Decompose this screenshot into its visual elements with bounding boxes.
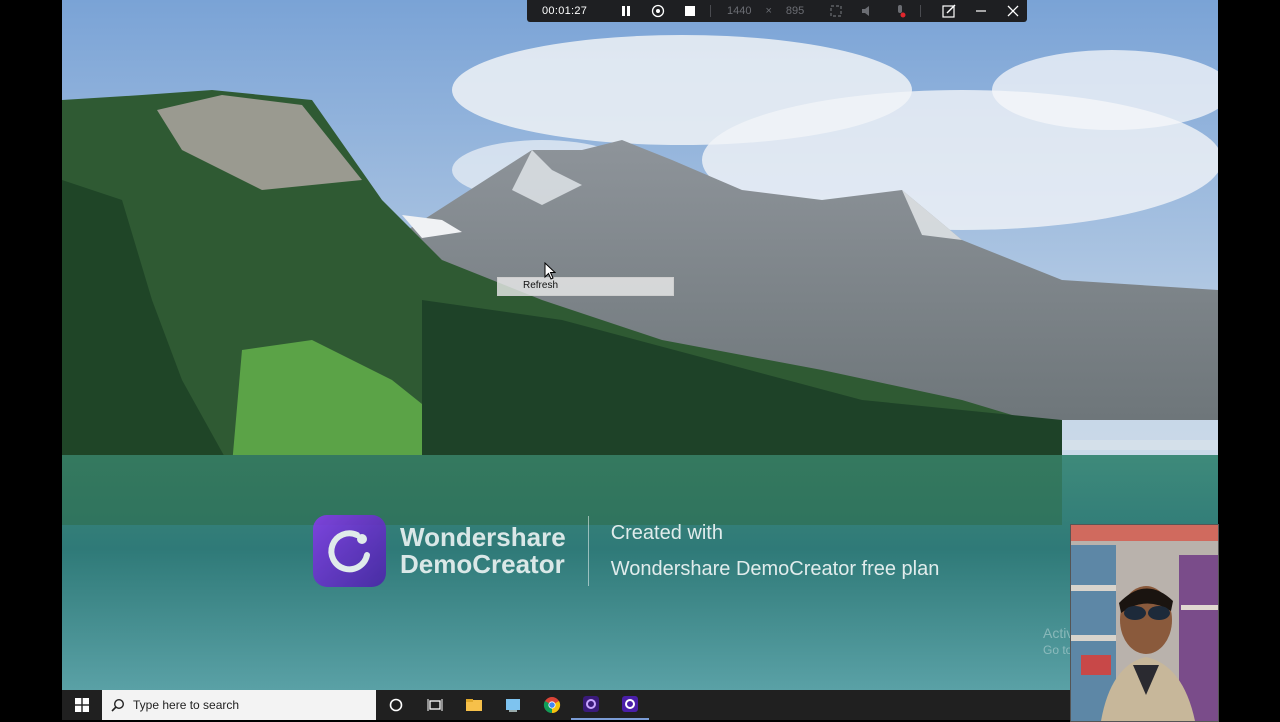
- watermark-text-line2: Wondershare DemoCreator free plan: [610, 558, 940, 580]
- watermark-divider: [587, 516, 589, 586]
- right-letterbox: [1218, 0, 1280, 720]
- watermark-text: Created with Wondershare DemoCreator fre…: [611, 515, 940, 587]
- restart-icon[interactable]: [646, 0, 670, 22]
- left-letterbox: [0, 0, 62, 720]
- minimize-icon[interactable]: [969, 0, 993, 22]
- webcam-overlay: [1070, 524, 1219, 722]
- cortana-icon[interactable]: [376, 690, 415, 720]
- stop-icon[interactable]: [678, 0, 702, 22]
- context-menu-refresh[interactable]: Refresh: [523, 280, 558, 291]
- taskbar-search-box[interactable]: Type here to search: [102, 690, 376, 720]
- watermark-brand-line1: Wondershare: [400, 522, 566, 552]
- toolbar-divider: [920, 5, 922, 17]
- watermark-brand-line2: DemoCreator: [400, 549, 565, 579]
- mouse-cursor-icon: [544, 262, 556, 280]
- microphone-muted-icon[interactable]: [888, 0, 912, 22]
- capture-width: 1440: [727, 5, 752, 17]
- democreator-icon[interactable]: [571, 690, 610, 720]
- explorer-app-icon[interactable]: [493, 690, 532, 720]
- file-explorer-icon[interactable]: [454, 690, 493, 720]
- start-button[interactable]: [62, 690, 102, 720]
- search-placeholder: Type here to search: [133, 698, 240, 712]
- capture-height: 895: [785, 5, 805, 17]
- windows-taskbar: Type here to search: [62, 690, 1070, 720]
- fullscreen-icon[interactable]: [824, 0, 848, 22]
- desktop-context-menu: Refresh: [497, 277, 674, 296]
- recorder-toolbar: 00:01:27 1440 × 895: [527, 0, 1027, 22]
- annotate-icon[interactable]: [937, 0, 961, 22]
- recording-timer: 00:01:27: [542, 5, 588, 17]
- toolbar-divider: [710, 5, 711, 17]
- chrome-icon[interactable]: [532, 690, 571, 720]
- webcam-feed-image: [1071, 525, 1218, 721]
- task-view-icon[interactable]: [415, 690, 454, 720]
- democreator-recorder-icon[interactable]: [610, 690, 649, 720]
- democreator-watermark: Wondershare DemoCreator Created with Won…: [313, 515, 939, 587]
- democreator-logo-icon: [313, 515, 386, 587]
- desktop: Activate Win Go to Settings to: [62, 0, 1218, 720]
- dimension-separator: ×: [765, 5, 772, 17]
- search-icon: [111, 698, 125, 712]
- watermark-brand: Wondershare DemoCreator: [400, 524, 566, 578]
- pause-icon[interactable]: [614, 0, 638, 22]
- close-icon[interactable]: [1001, 0, 1025, 22]
- speaker-icon[interactable]: [856, 0, 880, 22]
- windows-logo-icon: [75, 698, 89, 712]
- watermark-text-line1: Created with: [610, 522, 723, 544]
